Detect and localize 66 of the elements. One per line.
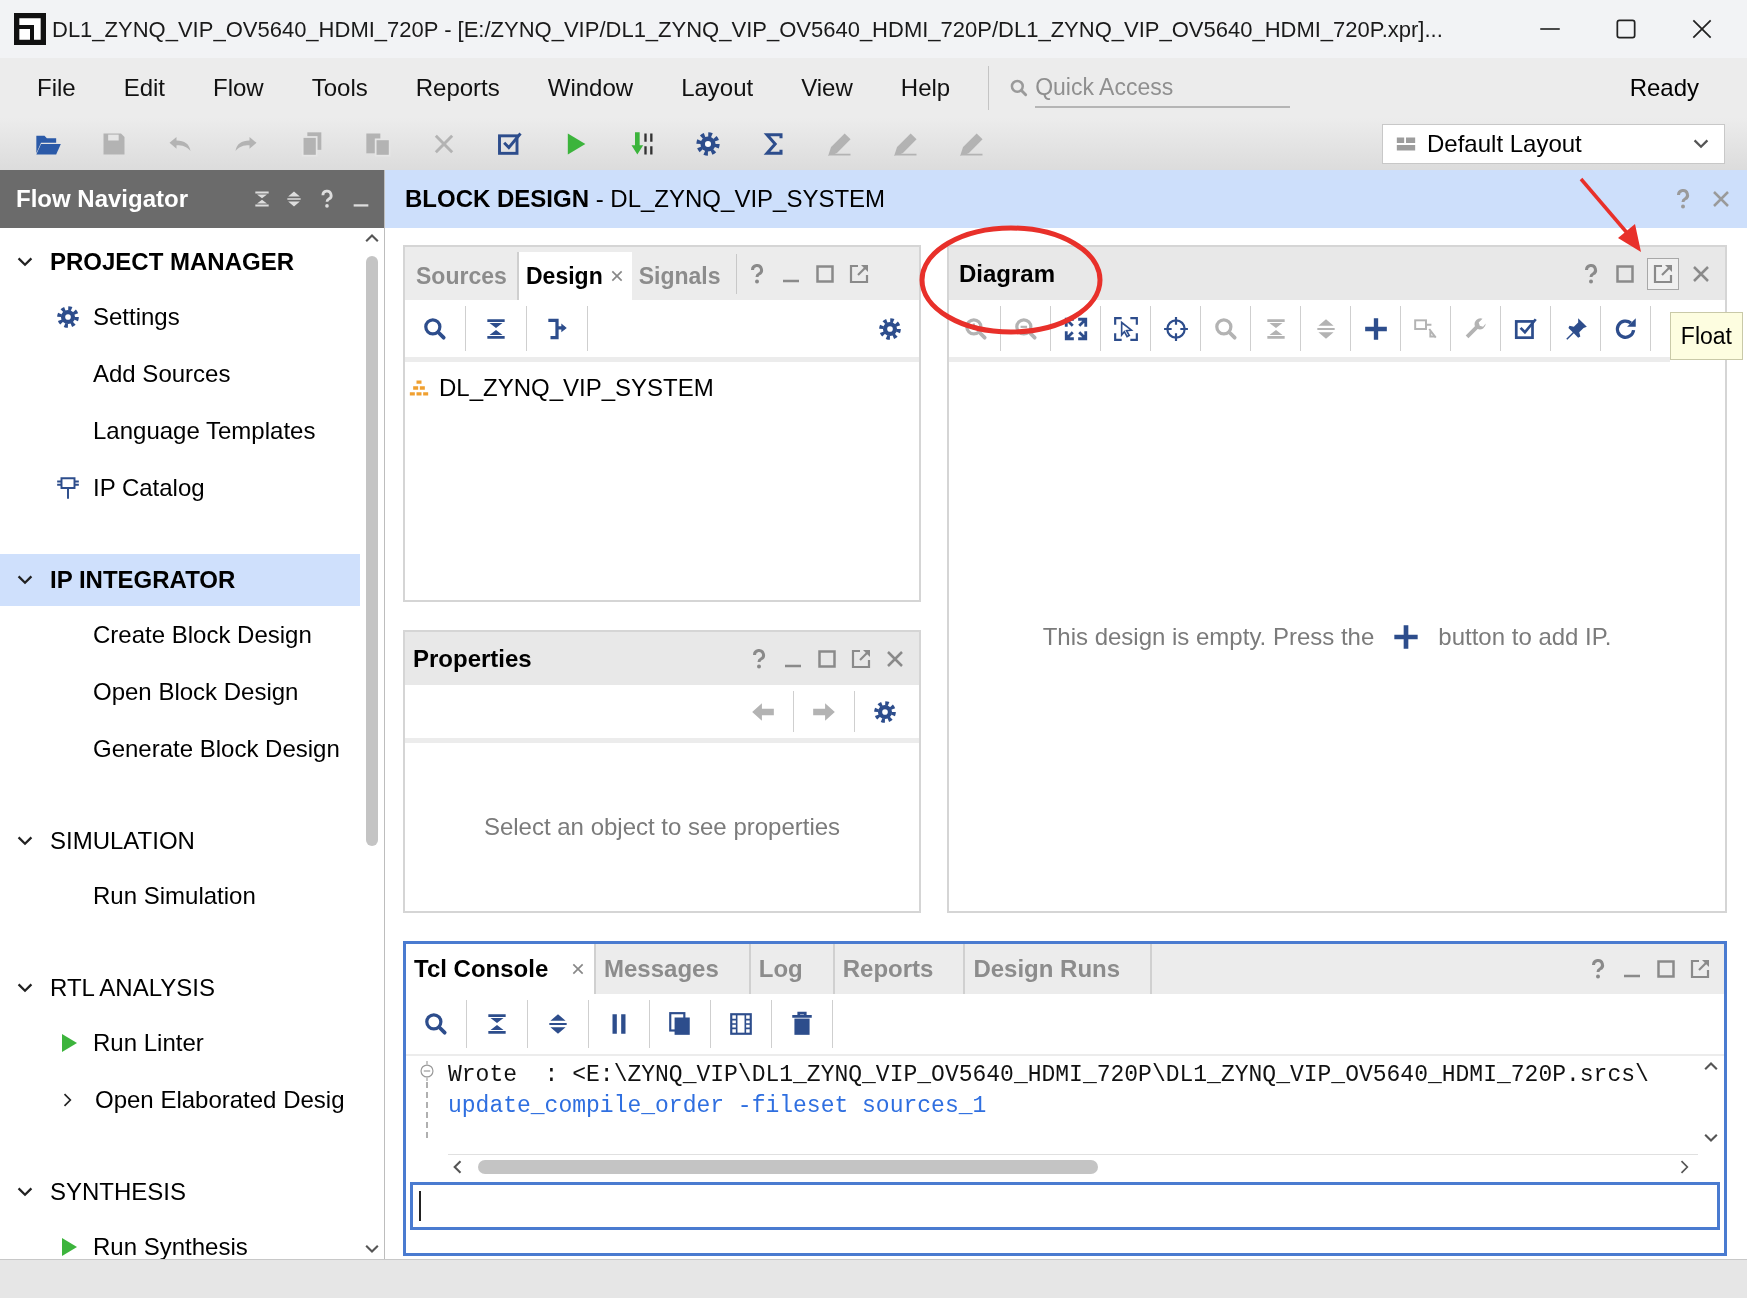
nav-item[interactable]: Settings xyxy=(0,288,360,345)
panel-title: Diagram xyxy=(959,258,1056,289)
nav-section-header[interactable]: PROJECT MANAGER xyxy=(0,236,360,288)
nav-section-header[interactable]: SIMULATION xyxy=(0,815,360,867)
nav-item[interactable]: Create Block Design xyxy=(0,606,360,663)
nav-item[interactable]: Open Elaborated Desig xyxy=(0,1071,360,1128)
layout-dropdown[interactable]: Default Layout xyxy=(1382,124,1725,164)
crosshair-icon[interactable] xyxy=(1162,315,1189,342)
editor-title: BLOCK DESIGN - DL_ZYNQ_VIP_SYSTEM xyxy=(405,184,886,214)
nav-section-header[interactable]: SYNTHESIS xyxy=(0,1166,360,1218)
float-icon[interactable] xyxy=(1688,957,1712,981)
menu-item[interactable]: Layout xyxy=(657,70,778,106)
menu-item[interactable]: Reports xyxy=(391,70,524,106)
trash-icon[interactable] xyxy=(789,1011,815,1037)
fit-view-icon[interactable] xyxy=(1062,315,1089,342)
menu-item[interactable]: Window xyxy=(523,70,658,106)
nav-section-header[interactable]: RTL ANALYSIS xyxy=(0,962,360,1014)
collapse-icon[interactable] xyxy=(252,189,272,209)
settings-icon[interactable] xyxy=(694,130,722,158)
status-text: Ready xyxy=(1629,73,1699,103)
menu-item[interactable]: Help xyxy=(876,70,975,106)
nav-item[interactable]: Run Synthesis xyxy=(0,1218,360,1259)
table-icon[interactable] xyxy=(728,1011,754,1037)
selection-icon[interactable] xyxy=(1112,315,1139,342)
nav-item[interactable]: Run Simulation xyxy=(0,867,360,924)
checkbox-icon[interactable] xyxy=(496,130,524,158)
app-logo xyxy=(14,13,46,45)
nav-item[interactable]: Run Linter xyxy=(0,1014,360,1071)
maximize-icon[interactable] xyxy=(1613,16,1639,42)
console-command: update_compile_order -fileset sources_1 xyxy=(448,1092,988,1121)
panel-title: Properties xyxy=(413,643,532,674)
add-icon xyxy=(1392,622,1421,651)
nav-item[interactable]: Generate Block Design xyxy=(0,720,360,777)
search-icon[interactable] xyxy=(422,315,448,342)
nav-item[interactable]: Open Block Design xyxy=(0,663,360,720)
add-icon[interactable] xyxy=(1362,315,1389,342)
tooltip: Float xyxy=(1669,312,1743,360)
menu-item[interactable]: Flow xyxy=(189,70,288,106)
search-icon[interactable] xyxy=(423,1011,449,1037)
empty-message: button to add IP. xyxy=(1438,621,1612,652)
blocks-icon xyxy=(409,378,429,398)
tab[interactable]: Design xyxy=(517,252,632,300)
nav-section-header[interactable]: IP INTEGRATOR xyxy=(0,554,360,606)
menu-item[interactable]: Tools xyxy=(287,70,392,106)
menu-item[interactable]: View xyxy=(777,70,877,106)
settings-icon[interactable] xyxy=(877,315,903,342)
tree-item[interactable]: DL_ZYNQ_VIP_SYSTEM xyxy=(405,370,919,406)
console-output: Wrote : <E:\ZYNQ_VIP\DL1_ZYNQ_VIP_OV5640_HDMI_720P\DL1_ZYNQ_VIP_OV5640_HDMI_720P.srcs\ xyxy=(448,1061,1650,1090)
menu-item[interactable]: Edit xyxy=(99,70,190,106)
search-icon xyxy=(1009,78,1030,98)
menu-item[interactable]: File xyxy=(13,70,100,106)
quick-access-field[interactable]: Quick Access xyxy=(1035,68,1291,108)
tab[interactable]: Tcl Console xyxy=(406,944,596,994)
nav-item[interactable]: IP Catalog xyxy=(0,459,360,516)
float-button[interactable] xyxy=(1647,257,1679,290)
settings-icon[interactable] xyxy=(872,698,898,725)
command-input[interactable] xyxy=(410,1182,1720,1230)
document-icon[interactable] xyxy=(667,1011,693,1037)
empty-message: This design is empty. Press the xyxy=(1042,621,1375,652)
text-cursor xyxy=(419,1191,421,1221)
empty-message: Select an object to see properties xyxy=(483,812,841,842)
nav-item[interactable]: Add Sources xyxy=(0,345,360,402)
panel-title: Flow Navigator xyxy=(16,184,189,214)
window-title: DL1_ZYNQ_VIP_OV5640_HDMI_720P - [E:/ZYNQ_VIP/DL1_ZYNQ_VIP_OV5640_HDMI_720P/DL1_ZYNQ_VIP_OV5640_HDMI_720P.xpr]... xyxy=(52,15,1443,44)
expand-icon[interactable] xyxy=(284,189,304,209)
nav-item[interactable]: Language Templates xyxy=(0,402,360,459)
